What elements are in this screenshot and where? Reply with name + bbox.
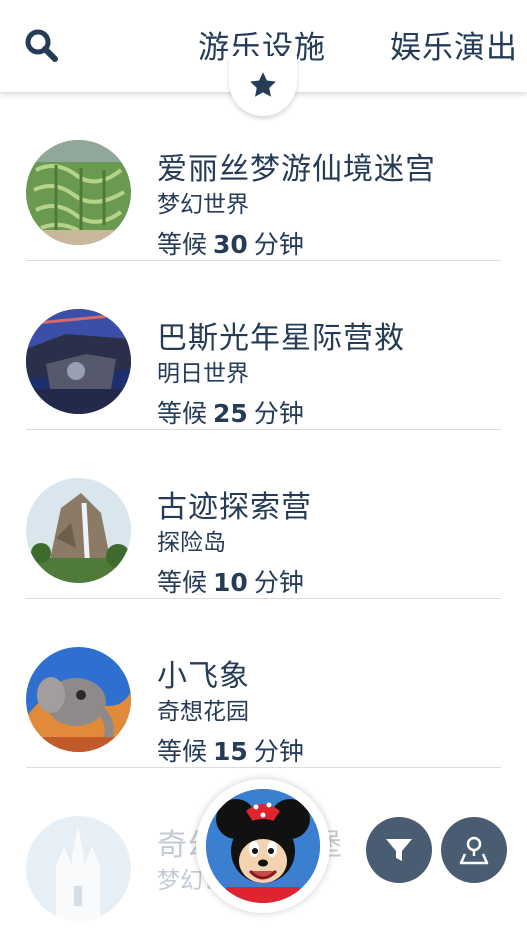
wait-unit: 分钟 [253, 230, 304, 259]
tab-shows[interactable]: 娱乐演出 [390, 22, 518, 67]
search-icon[interactable] [24, 28, 60, 64]
attraction-name: 古迹探索营 [157, 490, 312, 525]
wait-time: 等候 30 分钟 [157, 225, 304, 261]
wait-minutes: 25 [213, 399, 248, 428]
list-item[interactable]: 巴斯光年星际营救 明日世界 等候 25 分钟 [0, 261, 527, 430]
minnie-mouse-icon [206, 789, 320, 903]
map-button[interactable] [441, 817, 507, 883]
filter-button[interactable] [366, 817, 432, 883]
wait-prefix: 等候 [157, 568, 208, 597]
attraction-thumbnail [26, 816, 131, 921]
wait-unit: 分钟 [253, 568, 304, 597]
wait-unit: 分钟 [253, 399, 304, 428]
star-icon [250, 72, 276, 97]
attraction-land: 探险岛 [157, 530, 226, 556]
list-item[interactable]: 爱丽丝梦游仙境迷宫 梦幻世界 等候 30 分钟 [0, 92, 527, 261]
wait-prefix: 等候 [157, 230, 208, 259]
attraction-name: 巴斯光年星际营救 [157, 321, 405, 356]
map-pin-icon [459, 836, 489, 865]
list-item[interactable]: 古迹探索营 探险岛 等候 10 分钟 [0, 430, 527, 599]
list-item[interactable]: 小飞象 奇想花园 等候 15 分钟 [0, 599, 527, 768]
filter-icon [386, 839, 412, 861]
attraction-name: 爱丽丝梦游仙境迷宫 [157, 152, 436, 187]
attraction-thumbnail [26, 647, 131, 752]
attraction-thumbnail [26, 140, 131, 245]
wait-minutes: 30 [213, 230, 248, 259]
attraction-thumbnail [26, 478, 131, 583]
wait-minutes: 10 [213, 568, 248, 597]
wait-prefix: 等候 [157, 399, 208, 428]
attraction-land: 明日世界 [157, 361, 249, 387]
wait-minutes: 15 [213, 737, 248, 766]
wait-time: 等候 25 分钟 [157, 394, 304, 430]
attraction-name: 小飞象 [157, 659, 250, 694]
wait-time: 等候 10 分钟 [157, 563, 304, 599]
attraction-thumbnail [26, 309, 131, 414]
wait-unit: 分钟 [253, 737, 304, 766]
attraction-land: 奇想花园 [157, 699, 249, 725]
character-button[interactable] [196, 779, 330, 913]
wait-time: 等候 15 分钟 [157, 732, 304, 768]
wait-prefix: 等候 [157, 737, 208, 766]
attraction-land: 梦幻世界 [157, 192, 249, 218]
